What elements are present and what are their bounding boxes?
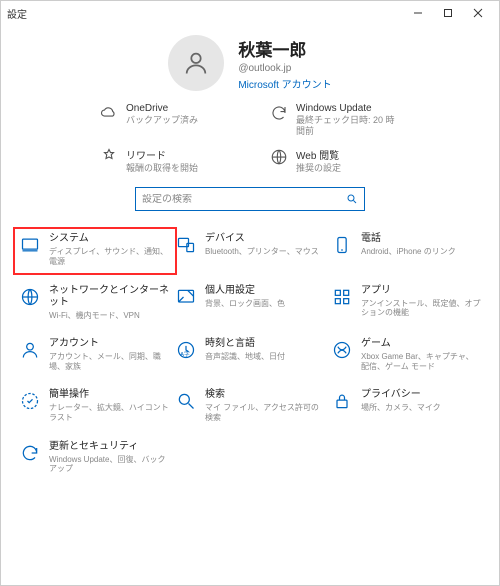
tile-onedrive[interactable]: OneDriveバックアップ済み (100, 103, 230, 137)
phone-icon (331, 234, 353, 256)
tile-title: Web 閲覧 (296, 147, 341, 162)
close-button[interactable] (463, 1, 493, 25)
category-time[interactable]: A字 時刻と言語音声認識、地域、日付 (175, 338, 325, 371)
avatar[interactable] (168, 35, 224, 91)
privacy-icon (331, 390, 353, 412)
ms-account-link[interactable]: Microsoft アカウント (238, 76, 331, 91)
globe-icon (270, 148, 288, 166)
categories-grid: システムディスプレイ、サウンド、通知、電源 デバイス Bluetooth、プリンター… (1, 223, 499, 483)
category-search[interactable]: 検索マイ ファイル、アクセス許可の検索 (175, 389, 325, 422)
category-title: プライバシー (361, 389, 441, 401)
user-info: 秋葉一郎 @outlook.jp Microsoft アカウント (238, 36, 331, 91)
window-title: 設定 (7, 6, 27, 21)
user-email: @outlook.jp (238, 63, 331, 74)
content-area: 秋葉一郎 @outlook.jp Microsoft アカウント OneDriv… (1, 25, 499, 585)
titlebar: 設定 (1, 1, 499, 25)
sync-icon (270, 104, 288, 122)
category-sub: Wi-Fi、機内モード、VPN (49, 311, 169, 321)
rewards-icon (100, 148, 118, 166)
category-ease[interactable]: 簡単操作ナレーター、拡大鏡、ハイコントラスト (19, 389, 169, 422)
tile-rewards[interactable]: リワード報酬の取得を開始 (100, 147, 230, 174)
tile-windows-update[interactable]: Windows Update最終チェック日時: 20 時間前 (270, 103, 400, 137)
category-title: 更新とセキュリティ (49, 441, 169, 453)
category-title: 個人用設定 (205, 285, 285, 297)
category-personalize[interactable]: 個人用設定背景、ロック画面、色 (175, 285, 325, 321)
tile-sub: バックアップ済み (126, 115, 198, 126)
devices-icon (175, 234, 197, 256)
category-title: アカウント (49, 338, 169, 350)
category-title: 簡単操作 (49, 389, 169, 401)
system-icon (19, 234, 41, 256)
apps-icon (331, 286, 353, 308)
search-input[interactable] (142, 194, 346, 205)
account-icon (19, 339, 41, 361)
category-sub: アンインストール、既定値、オプションの機能 (361, 299, 481, 318)
maximize-button[interactable] (433, 1, 463, 25)
category-sub: Windows Update、回復、バックアップ (49, 455, 169, 474)
category-sub: Xbox Game Bar、キャプチャ、配信、ゲーム モード (361, 352, 481, 371)
cloud-icon (100, 104, 118, 122)
category-sub: 音声認識、地域、日付 (205, 352, 285, 362)
personalize-icon (175, 286, 197, 308)
user-name: 秋葉一郎 (238, 36, 331, 61)
category-sub: 背景、ロック画面、色 (205, 299, 285, 309)
category-title: 電話 (361, 233, 456, 245)
category-title: ネットワークとインターネット (49, 285, 169, 309)
category-sub: Android、iPhone のリンク (361, 247, 456, 257)
category-sub: ナレーター、拡大鏡、ハイコントラスト (49, 403, 169, 422)
category-update[interactable]: 更新とセキュリティ Windows Update、回復、バックアップ (19, 441, 169, 474)
search-box[interactable] (135, 187, 365, 211)
category-network[interactable]: ネットワークとインターネット Wi-Fi、機内モード、VPN (19, 285, 169, 321)
category-system[interactable]: システムディスプレイ、サウンド、通知、電源 (13, 227, 177, 274)
tile-sub: 報酬の取得を開始 (126, 163, 198, 174)
category-title: 時刻と言語 (205, 338, 285, 350)
profile-section: 秋葉一郎 @outlook.jp Microsoft アカウント (1, 25, 499, 97)
category-privacy[interactable]: プライバシー場所、カメラ、マイク (331, 389, 481, 422)
network-icon (19, 286, 41, 308)
tile-title: リワード (126, 147, 198, 162)
category-gaming[interactable]: ゲーム Xbox Game Bar、キャプチャ、配信、ゲーム モード (331, 338, 481, 371)
svg-text:A字: A字 (180, 350, 190, 358)
category-sub: マイ ファイル、アクセス許可の検索 (205, 403, 325, 422)
category-sub: 場所、カメラ、マイク (361, 403, 441, 413)
tile-title: OneDrive (126, 103, 198, 114)
minimize-button[interactable] (403, 1, 433, 25)
category-sub: アカウント、メール、同期、職場、家族 (49, 352, 169, 371)
time-icon: A字 (175, 339, 197, 361)
tile-sub: 推奨の設定 (296, 163, 341, 174)
status-tiles-row-2: リワード報酬の取得を開始 Web 閲覧推奨の設定 (1, 141, 499, 178)
category-title: 検索 (205, 389, 325, 401)
category-phone[interactable]: 電話 Android、iPhone のリンク (331, 233, 481, 266)
tile-title: Windows Update (296, 103, 400, 114)
category-title: ゲーム (361, 338, 481, 350)
status-tiles-row-1: OneDriveバックアップ済み Windows Update最終チェック日時:… (1, 97, 499, 141)
category-title: アプリ (361, 285, 481, 297)
category-devices[interactable]: デバイス Bluetooth、プリンター、マウス (175, 233, 325, 266)
category-apps[interactable]: アプリアンインストール、既定値、オプションの機能 (331, 285, 481, 321)
gaming-icon (331, 339, 353, 361)
update-icon (19, 442, 41, 464)
settings-window: 設定 秋葉一郎 @outlook.jp Microsoft アカウント OneD… (0, 0, 500, 586)
category-title: システム (49, 233, 169, 245)
tile-web[interactable]: Web 閲覧推奨の設定 (270, 147, 400, 174)
ease-icon (19, 390, 41, 412)
category-title: デバイス (205, 233, 319, 245)
category-sub: ディスプレイ、サウンド、通知、電源 (49, 247, 169, 266)
category-account[interactable]: アカウントアカウント、メール、同期、職場、家族 (19, 338, 169, 371)
search-icon (175, 390, 197, 412)
category-sub: Bluetooth、プリンター、マウス (205, 247, 319, 257)
tile-sub: 最終チェック日時: 20 時間前 (296, 115, 400, 137)
search-icon (346, 193, 358, 205)
